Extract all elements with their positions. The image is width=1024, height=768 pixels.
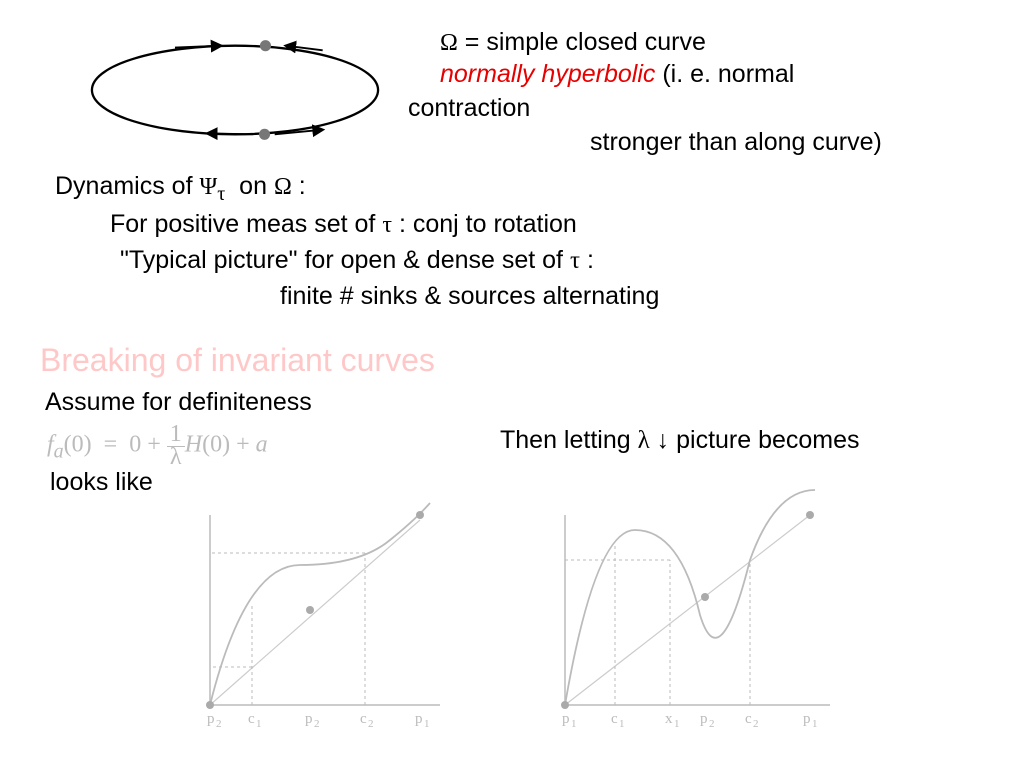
dyn-3b: τ bbox=[570, 247, 580, 274]
dynamics-line4: finite # sinks & sources alternating bbox=[280, 282, 659, 311]
dynamics-line3: "Typical picture" for open & dense set o… bbox=[120, 246, 594, 275]
svg-text:p: p bbox=[207, 711, 215, 727]
section-title: Breaking of invariant curves bbox=[40, 342, 435, 379]
svg-text:1: 1 bbox=[571, 718, 577, 730]
dyn-1a: Dynamics of bbox=[55, 172, 193, 200]
svg-text:p: p bbox=[803, 711, 811, 727]
psi-symbol: Ψ bbox=[200, 174, 218, 200]
dyn-2b: : conj to rotation bbox=[399, 210, 577, 238]
tau-symbol: τ bbox=[382, 212, 392, 238]
curve-def-text: = simple closed curve bbox=[465, 28, 706, 56]
svg-text:1: 1 bbox=[424, 718, 430, 730]
tau-subscript: τ bbox=[217, 183, 225, 205]
dyn-3c: : bbox=[587, 246, 594, 274]
svg-text:c: c bbox=[248, 711, 255, 727]
dyn-1b: on bbox=[239, 172, 267, 200]
curve-def-line1: Ω = simple closed curve bbox=[440, 28, 706, 57]
plot-right: p1 c1 x1 p2 c2 p1 bbox=[540, 505, 840, 735]
curve-def-line2: normally hyperbolic (i. e. normal bbox=[440, 60, 794, 89]
svg-text:1: 1 bbox=[256, 718, 262, 730]
assume-line: Assume for definiteness bbox=[45, 388, 312, 417]
svg-text:c: c bbox=[745, 711, 752, 727]
dyn-1c: : bbox=[299, 172, 306, 200]
svg-text:1: 1 bbox=[812, 718, 818, 730]
svg-text:2: 2 bbox=[216, 718, 222, 730]
then-prefix: Then letting bbox=[500, 426, 638, 454]
svg-text:p: p bbox=[700, 711, 708, 727]
svg-text:1: 1 bbox=[674, 718, 680, 730]
svg-text:c: c bbox=[360, 711, 367, 727]
svg-text:2: 2 bbox=[314, 718, 320, 730]
omega-symbol-2: Ω bbox=[274, 174, 292, 200]
svg-text:p: p bbox=[415, 711, 423, 727]
then-line: Then letting λ ↓ picture becomes bbox=[500, 426, 860, 455]
ie-normal: (i. e. normal bbox=[655, 60, 794, 88]
plot-left: p2 c1 p2 c2 p1 bbox=[190, 505, 450, 735]
normally-hyperbolic: normally hyperbolic bbox=[440, 60, 655, 88]
down-arrow-icon: ↓ bbox=[657, 427, 670, 454]
omega-symbol: Ω bbox=[440, 30, 458, 56]
formula-line: fa(0) = 0 + 1λH(0) + a bbox=[47, 424, 268, 468]
svg-text:2: 2 bbox=[709, 718, 715, 730]
svg-text:2: 2 bbox=[753, 718, 759, 730]
dynamics-line2: For positive meas set of τ : conj to rot… bbox=[110, 210, 577, 239]
looks-like-line: looks like bbox=[50, 468, 153, 497]
dynamics-line1: Dynamics of Ψτ on Ω : bbox=[55, 172, 306, 206]
slide: Ω = simple closed curve normally hyperbo… bbox=[0, 0, 1024, 768]
svg-text:1: 1 bbox=[619, 718, 625, 730]
svg-text:p: p bbox=[562, 711, 570, 727]
svg-text:x: x bbox=[665, 711, 673, 727]
curve-def-line3: contraction bbox=[408, 94, 530, 123]
dyn-3a: "Typical picture" for open & dense set o… bbox=[120, 246, 563, 274]
svg-text:p: p bbox=[305, 711, 313, 727]
then-suffix: picture becomes bbox=[669, 426, 859, 454]
svg-text:2: 2 bbox=[368, 718, 374, 730]
curve-def-line4: stronger than along curve) bbox=[590, 128, 882, 157]
lambda-symbol: λ bbox=[638, 427, 650, 454]
dyn-2a: For positive meas set of bbox=[110, 210, 375, 238]
ellipse-diagram bbox=[70, 30, 400, 150]
svg-text:c: c bbox=[611, 711, 618, 727]
